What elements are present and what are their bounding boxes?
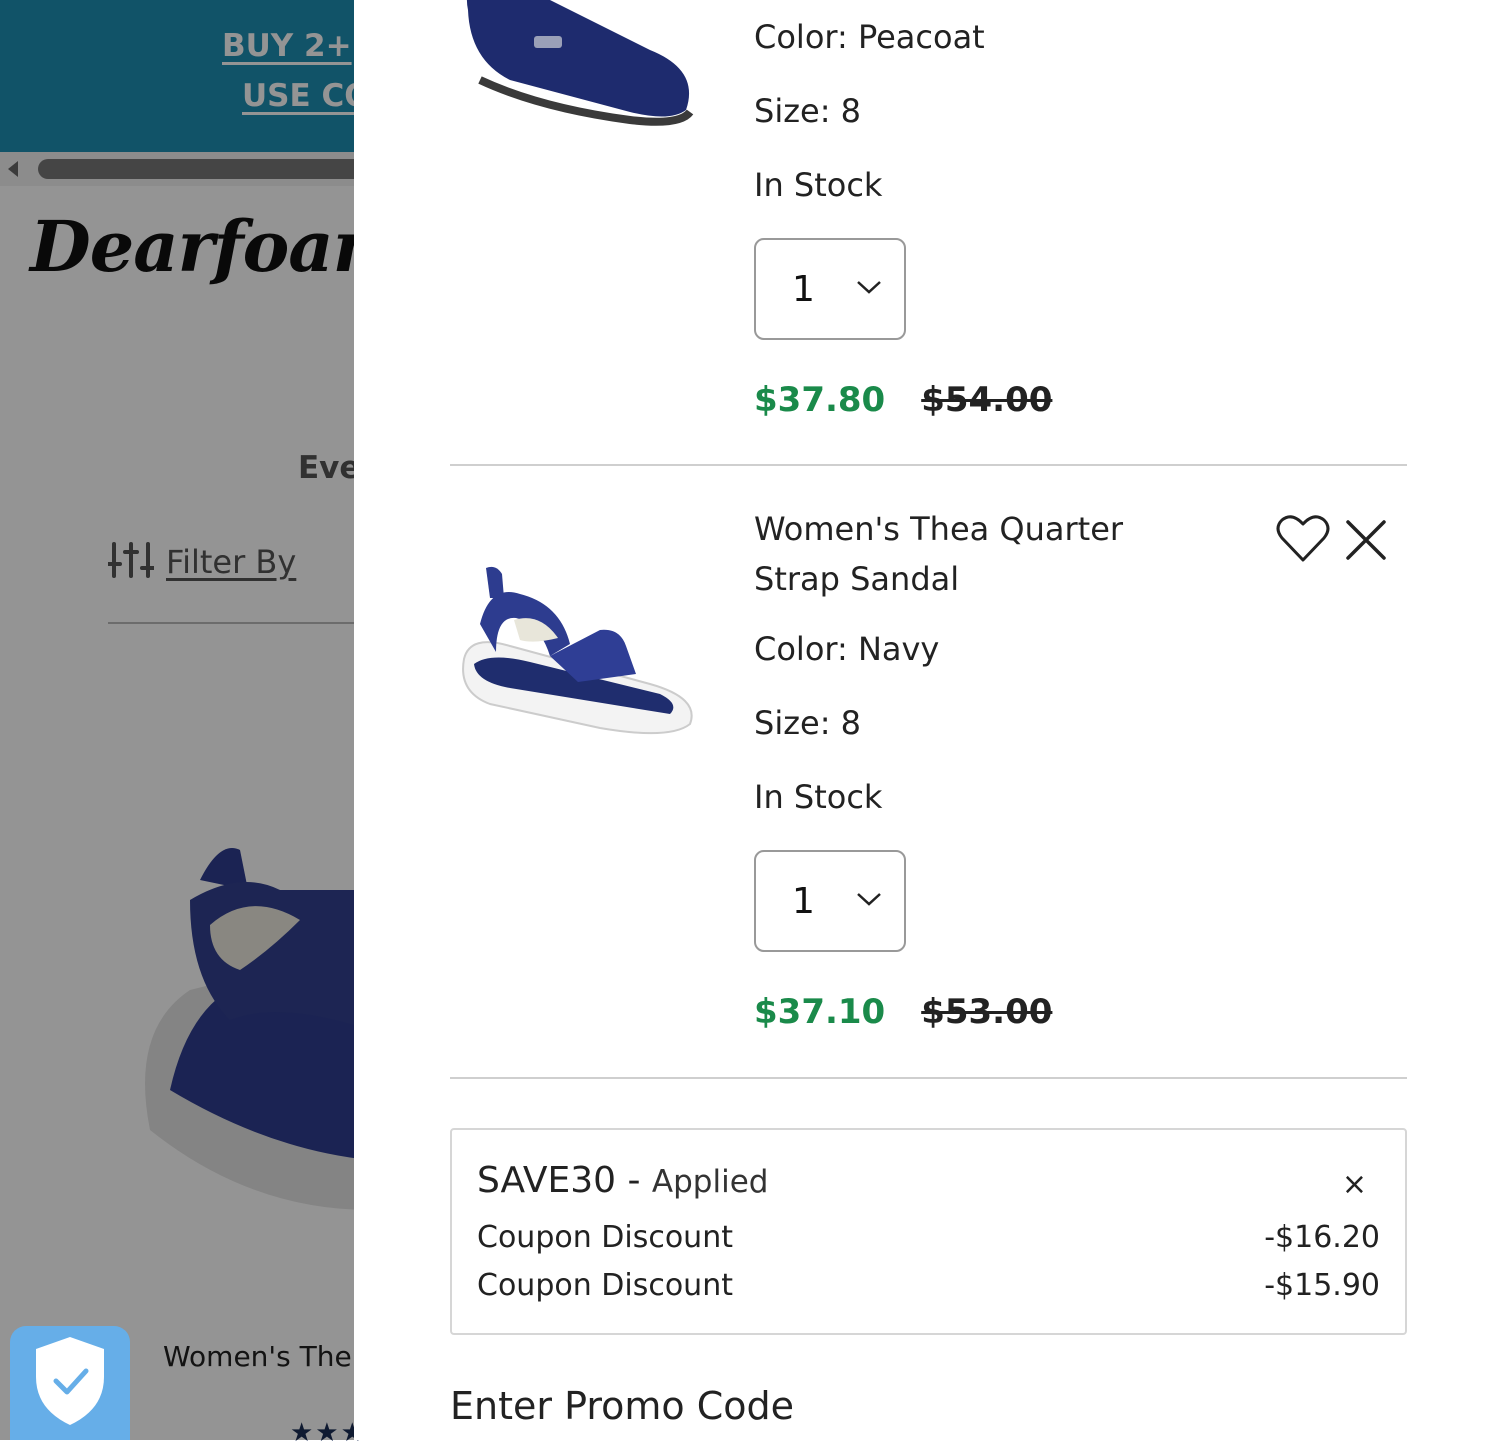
item-size: Size: 8	[754, 92, 861, 130]
discount-label: Coupon Discount	[477, 1220, 733, 1255]
product-thumbnail[interactable]	[450, 564, 706, 758]
item-stock-status: In Stock	[754, 166, 883, 204]
heart-icon[interactable]	[1276, 514, 1330, 568]
sale-price: $37.80	[754, 380, 886, 420]
sale-price: $37.10	[754, 992, 886, 1032]
item-divider	[450, 464, 1407, 466]
product-thumbnail[interactable]	[450, 0, 706, 154]
coupon-status: Applied	[651, 1164, 769, 1200]
coupon-code: SAVE30	[477, 1160, 617, 1201]
item-size: Size: 8	[754, 704, 861, 742]
quantity-value: 1	[792, 880, 815, 922]
quantity-select[interactable]: 1	[754, 850, 906, 952]
chevron-down-icon	[856, 891, 882, 911]
discount-amount: -$16.20	[1264, 1220, 1380, 1255]
promo-code-heading[interactable]: Enter Promo Code	[450, 1384, 794, 1428]
remove-coupon-button[interactable]: ×	[1342, 1167, 1367, 1202]
item-color: Color: Peacoat	[754, 18, 985, 56]
quantity-select[interactable]: 1	[754, 238, 906, 340]
shield-check-icon	[32, 1335, 108, 1431]
cart-item: Women's Thea Quarter Strap Sandal Color:…	[450, 504, 1407, 1064]
discount-amount: -$15.90	[1264, 1268, 1380, 1303]
item-stock-status: In Stock	[754, 778, 883, 816]
quantity-value: 1	[792, 268, 815, 310]
discount-label: Coupon Discount	[477, 1268, 733, 1303]
chevron-down-icon	[856, 279, 882, 299]
original-price: $54.00	[921, 380, 1053, 420]
security-badge[interactable]	[10, 1326, 130, 1440]
item-divider	[450, 1077, 1407, 1079]
coupon-separator: -	[616, 1160, 652, 1201]
cart-item: Color: Peacoat Size: 8 In Stock 1 $37.80…	[450, 0, 1407, 460]
cart-drawer: Color: Peacoat Size: 8 In Stock 1 $37.80…	[354, 0, 1500, 1440]
price-row: $37.10 $53.00	[754, 992, 1052, 1032]
original-price: $53.00	[921, 992, 1053, 1032]
item-color: Color: Navy	[754, 630, 940, 668]
close-icon[interactable]	[1344, 518, 1388, 566]
applied-coupon-box: SAVE30 - Applied × Coupon Discount -$16.…	[450, 1128, 1407, 1335]
coupon-code-line: SAVE30 - Applied	[477, 1160, 768, 1201]
discount-row: Coupon Discount -$16.20	[477, 1220, 1380, 1255]
discount-row: Coupon Discount -$15.90	[477, 1268, 1380, 1303]
price-row: $37.80 $54.00	[754, 380, 1052, 420]
